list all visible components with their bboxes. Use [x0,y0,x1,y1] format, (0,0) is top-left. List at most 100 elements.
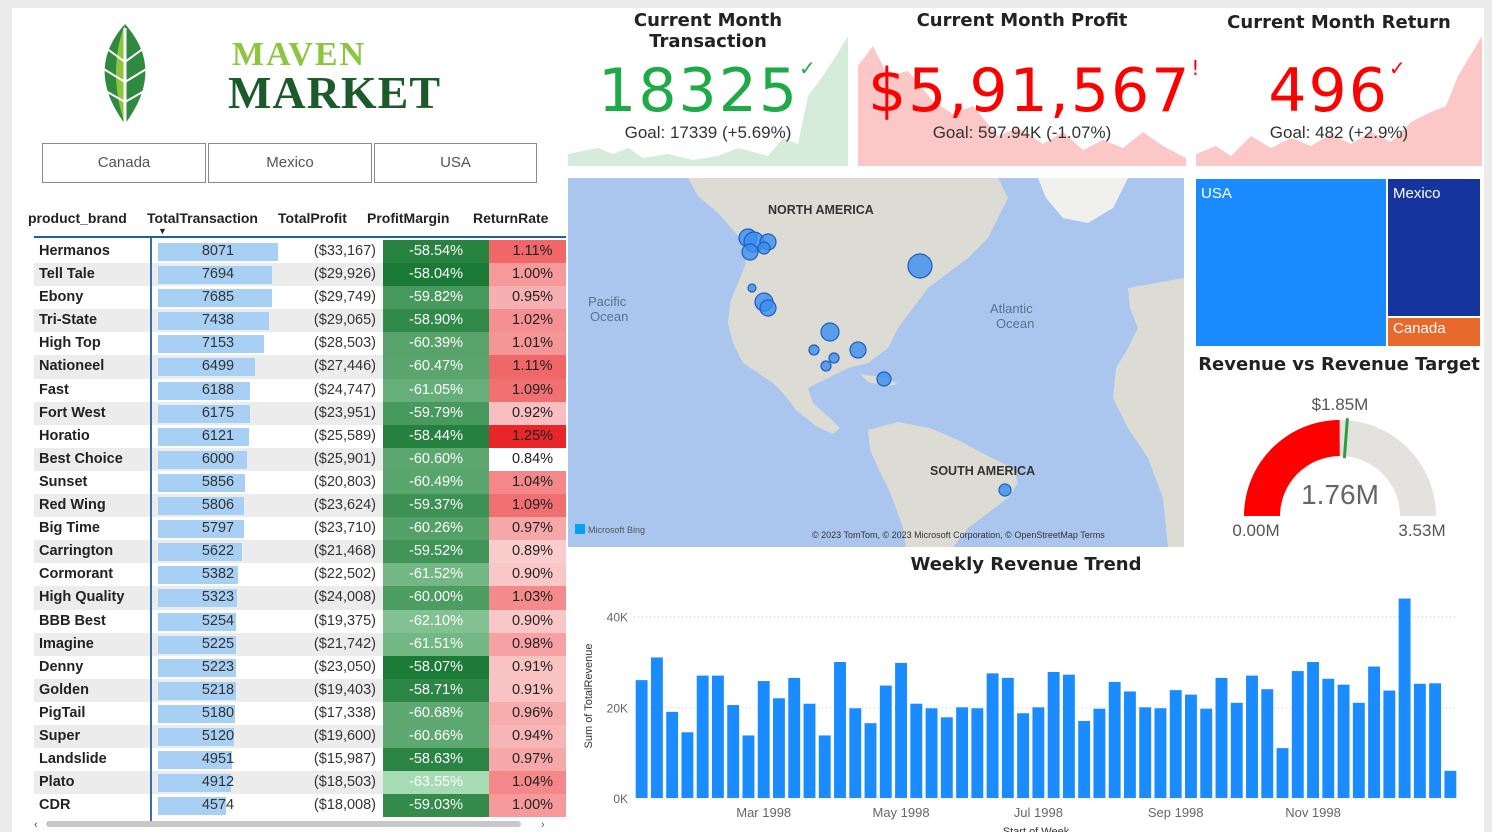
table-row[interactable]: Nationeel 6499 ($27,446) -60.47% 1.11% [34,355,566,379]
cell-profit-margin: -63.55% [383,771,489,795]
cell-brand: Plato [39,774,75,791]
table-row[interactable]: BBB Best 5254 ($19,375) -62.10% 0.90% [34,609,566,633]
revenue-gauge: $1.85M 1.76M 0.00M 3.53M [1232,395,1445,540]
cell-brand: Golden [39,681,89,698]
store-map[interactable]: NORTH AMERICA SOUTH AMERICA Pacific Ocea… [568,178,1184,547]
revenue-bar [1413,683,1426,798]
cell-profit: ($23,050) [313,658,376,675]
cell-transaction: 5797 [158,517,278,540]
slicer-usa-button[interactable]: USA [374,143,537,183]
cell-return-rate: 0.89% [489,540,566,564]
revenue-bar [956,707,969,798]
table-row[interactable]: High Quality 5323 ($24,008) -60.00% 1.03% [34,586,566,610]
cell-brand: Ebony [39,289,84,306]
transaction-value: 7685 [201,289,235,306]
revenue-bar [696,675,709,798]
transaction-value: 4574 [201,797,235,814]
cell-profit: ($29,926) [313,266,376,283]
cell-brand: Super [39,727,81,744]
cell-profit-margin: -59.37% [383,494,489,518]
header-product-brand[interactable]: product_brand [28,210,127,226]
cell-profit: ($23,624) [313,497,376,514]
table-row[interactable]: Imagine 5225 ($21,742) -61.51% 0.98% [34,632,566,656]
header-profit-margin[interactable]: ProfitMargin [367,210,449,226]
x-axis-title: Start of Week [1003,826,1070,832]
treemap-canada[interactable]: Canada [1388,318,1480,346]
cell-brand: Imagine [39,635,94,652]
header-total-profit[interactable]: TotalProfit [278,210,347,226]
brand-table: product_brand TotalTransaction TotalProf… [22,208,566,824]
cell-profit-margin: -58.90% [383,309,489,333]
table-row[interactable]: Best Choice 6000 ($25,901) -60.60% 0.84% [34,447,566,471]
header-total-transaction[interactable]: TotalTransaction [147,210,258,226]
cell-profit: ($18,503) [313,774,376,791]
cell-profit-margin: -60.49% [383,470,489,495]
table-row[interactable]: Super 5120 ($19,600) -60.66% 0.94% [34,724,566,749]
treemap-mexico[interactable]: Mexico [1388,179,1480,316]
revenue-bar [1062,674,1075,798]
cell-transaction: 5254 [158,610,278,633]
cell-return-rate: 1.00% [489,794,566,818]
table-row[interactable]: High Top 7153 ($28,503) -60.39% 1.01% [34,332,566,356]
transaction-value: 5806 [201,497,235,514]
table-row[interactable]: Landslide 4951 ($15,987) -58.63% 0.97% [34,748,566,772]
revenue-bar [1307,662,1319,798]
revenue-bar [1215,677,1228,798]
revenue-bar [1123,691,1136,798]
cell-profit: ($29,749) [313,289,376,306]
revenue-bar [1398,598,1411,798]
y-tick-label: 40K [607,611,628,625]
table-row[interactable]: Red Wing 5806 ($23,624) -59.37% 1.09% [34,494,566,518]
revenue-bar [803,703,816,798]
table-row[interactable]: Tri-State 7438 ($29,065) -58.90% 1.02% [34,309,566,333]
slicer-canada-button[interactable]: Canada [42,143,206,183]
table-row[interactable]: Sunset 5856 ($20,803) -60.49% 1.04% [34,470,566,495]
revenue-bar [834,662,846,798]
cell-profit: ($22,502) [313,566,376,583]
cell-brand: Red Wing [39,497,106,514]
cell-profit-margin: -61.52% [383,563,489,587]
revenue-bar [818,735,831,798]
cell-return-rate: 0.92% [489,401,566,425]
cell-brand: Fort West [39,404,106,421]
cell-return-rate: 0.90% [489,563,566,587]
sort-desc-icon[interactable]: ▼ [158,226,167,236]
table-row[interactable]: Tell Tale 7694 ($29,926) -58.04% 1.00% [34,263,566,287]
table-row[interactable]: Ebony 7685 ($29,749) -59.82% 0.95% [34,286,566,310]
table-row[interactable]: PigTail 5180 ($17,338) -60.68% 0.96% [34,701,566,725]
slicer-mexico-button[interactable]: Mexico [208,143,372,183]
transaction-value: 6188 [201,381,235,398]
revenue-bar [1108,681,1121,798]
cell-return-rate: 1.09% [489,494,566,518]
transaction-value: 4912 [201,774,235,791]
label-atlantic-1: Atlantic [990,301,1033,316]
table-horizontal-scrollbar[interactable]: ‹ › [34,818,549,830]
dashboard-canvas: MAVEN MARKET Canada Mexico USA product_b… [12,8,1484,832]
table-row[interactable]: Horatio 6121 ($25,589) -58.44% 1.25% [34,424,566,448]
table-row[interactable]: Golden 5218 ($19,403) -58.71% 0.91% [34,678,566,702]
cell-return-rate: 0.94% [489,724,566,749]
cell-return-rate: 1.00% [489,263,566,287]
cell-profit: ($29,065) [313,312,376,329]
table-row[interactable]: Carrington 5622 ($21,468) -59.52% 0.89% [34,540,566,564]
cell-brand: Carrington [39,543,114,560]
cell-profit: ($24,008) [313,589,376,606]
cell-transaction: 5180 [158,702,278,725]
y-axis-title: Sum of TotalRevenue [583,644,595,749]
table-row[interactable]: Denny 5223 ($23,050) -58.07% 0.91% [34,655,566,679]
label-pacific-1: Pacific [588,294,627,309]
header-return-rate[interactable]: ReturnRate [473,210,548,226]
maven-market-logo: MAVEN MARKET [92,22,440,132]
table-row[interactable]: Plato 4912 ($18,503) -63.55% 1.04% [34,771,566,795]
revenue-bar [1368,666,1381,798]
label-north-america: NORTH AMERICA [768,203,874,217]
treemap-usa[interactable]: USA [1196,179,1386,346]
table-row[interactable]: CDR 4574 ($18,008) -59.03% 1.00% [34,794,566,818]
table-row[interactable]: Fort West 6175 ($23,951) -59.79% 0.92% [34,401,566,425]
table-row[interactable]: Cormorant 5382 ($22,502) -61.52% 0.90% [34,563,566,587]
table-row[interactable]: Big Time 5797 ($23,710) -60.26% 0.97% [34,517,566,541]
table-row[interactable]: Hermanos 8071 ($33,167) -58.54% 1.11% [34,240,566,264]
cell-brand: High Top [39,335,101,352]
transaction-value: 6121 [201,427,235,444]
table-row[interactable]: Fast 6188 ($24,747) -61.05% 1.09% [34,378,566,402]
